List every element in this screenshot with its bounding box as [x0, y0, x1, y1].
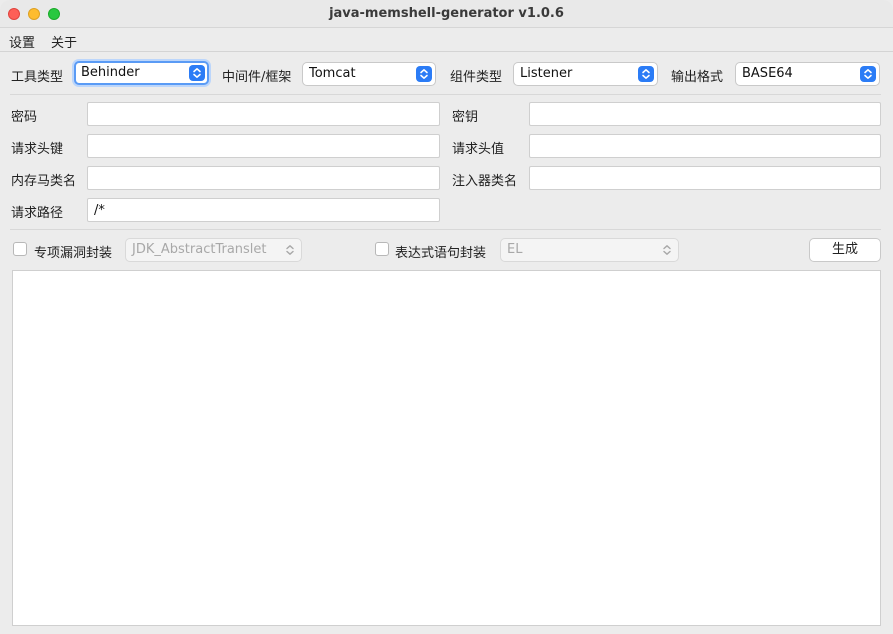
gadget-select[interactable]: JDK_AbstractTranslet	[125, 238, 302, 262]
shell-class-input[interactable]	[87, 166, 440, 190]
select-stepper-icon	[189, 65, 205, 81]
menu-about[interactable]: 关于	[51, 32, 77, 51]
header-key-input[interactable]	[87, 134, 440, 158]
menu-bar: 设置 关于	[0, 28, 893, 52]
gadget-label: 专项漏洞封装	[34, 246, 113, 261]
tool-type-value: Behinder	[81, 65, 140, 80]
injector-class-label: 注入器类名	[452, 174, 518, 189]
middleware-select[interactable]: Tomcat	[302, 62, 436, 86]
tool-type-select[interactable]: Behinder	[74, 61, 209, 85]
select-stepper-icon	[860, 66, 876, 82]
divider	[10, 229, 881, 230]
header-value-input[interactable]	[529, 134, 881, 158]
password-label: 密码	[11, 110, 38, 125]
header-key-label: 请求头键	[11, 142, 64, 157]
injector-class-input[interactable]	[529, 166, 881, 190]
gadget-checkbox[interactable]	[13, 242, 27, 256]
component-type-select[interactable]: Listener	[513, 62, 658, 86]
middleware-label: 中间件/框架	[222, 70, 292, 85]
request-path-input[interactable]	[87, 198, 440, 222]
component-type-label: 组件类型	[450, 70, 503, 85]
shell-class-label: 内存马类名	[11, 174, 77, 189]
expression-checkbox[interactable]	[375, 242, 389, 256]
select-stepper-icon	[659, 242, 675, 258]
menu-settings[interactable]: 设置	[9, 32, 35, 51]
tool-type-label: 工具类型	[11, 70, 64, 85]
header-value-label: 请求头值	[452, 142, 505, 157]
select-stepper-icon	[416, 66, 432, 82]
title-bar[interactable]: java-memshell-generator v1.0.6	[0, 0, 893, 28]
select-stepper-icon	[282, 242, 298, 258]
expression-label: 表达式语句封装	[395, 246, 487, 261]
expression-select[interactable]: EL	[500, 238, 679, 262]
password-input[interactable]	[87, 102, 440, 126]
window-title: java-memshell-generator v1.0.6	[329, 6, 564, 21]
output-format-select[interactable]: BASE64	[735, 62, 880, 86]
select-stepper-icon	[638, 66, 654, 82]
output-textarea[interactable]	[12, 270, 881, 626]
expression-value: EL	[507, 242, 523, 257]
gadget-value: JDK_AbstractTranslet	[132, 242, 267, 257]
key-input[interactable]	[529, 102, 881, 126]
middleware-value: Tomcat	[309, 66, 356, 81]
output-format-label: 输出格式	[671, 70, 724, 85]
app-window: java-memshell-generator v1.0.6 设置 关于 工具类…	[0, 0, 893, 634]
request-path-label: 请求路径	[11, 206, 64, 221]
key-label: 密钥	[452, 110, 479, 125]
output-format-value: BASE64	[742, 66, 793, 81]
component-type-value: Listener	[520, 66, 573, 81]
divider	[10, 94, 881, 95]
generate-button[interactable]: 生成	[809, 238, 881, 262]
